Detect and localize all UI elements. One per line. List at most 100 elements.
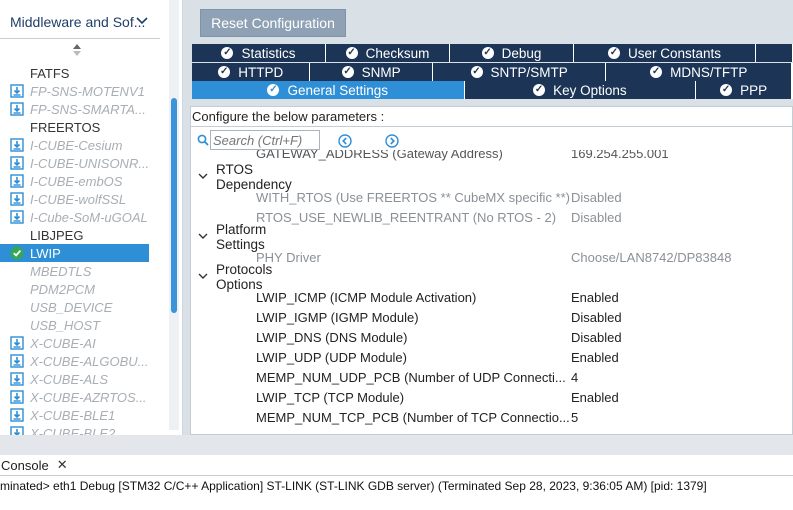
sidebar-item-usb-device[interactable]: USB_DEVICE: [0, 298, 160, 316]
sidebar-item-mbedtls[interactable]: MBEDTLS: [0, 262, 160, 280]
param-row[interactable]: LWIP_TCP (TCP Module) Enabled: [190, 390, 790, 410]
param-row[interactable]: LWIP_DNS (DNS Module) Disabled: [190, 330, 790, 350]
previous-match-icon[interactable]: [338, 134, 352, 151]
sidebar-item-i-cube-som-ugoal[interactable]: I-Cube-SoM-uGOAL: [0, 208, 160, 226]
console-output: minated> eth1 Debug [STM32 C/C++ Applica…: [0, 479, 707, 493]
sidebar-item-i-cube-cesium[interactable]: I-CUBE-Cesium: [0, 136, 160, 154]
param-row[interactable]: LWIP_IGMP (IGMP Module) Disabled: [190, 310, 790, 330]
sidebar-item-i-cube-unisonr[interactable]: I-CUBE-UNISONR...: [0, 154, 160, 172]
check-icon: ✓: [533, 84, 546, 96]
tab-overflow: [756, 44, 793, 62]
sidebar-item-fp-sns-motenv1[interactable]: FP-SNS-MOTENV1: [0, 82, 160, 100]
group-rtos-dependency[interactable]: RTOS Dependency: [198, 162, 292, 192]
tab-label: Checksum: [365, 45, 430, 61]
tab-key-options[interactable]: ✓ Key Options: [464, 81, 697, 99]
param-value: Enabled: [571, 350, 619, 365]
param-row[interactable]: MEMP_NUM_UDP_PCB (Number of UDP Connecti…: [190, 370, 790, 390]
sidebar-item-i-cube-wolfssl[interactable]: I-CUBE-wolfSSL: [0, 190, 160, 208]
sidebar-item-label: I-Cube-SoM-uGOAL: [30, 209, 148, 225]
param-value: Choose/LAN8742/DP83848: [571, 250, 732, 265]
tab-debug[interactable]: ✓ Debug: [450, 44, 574, 62]
download-icon: [10, 210, 24, 224]
next-match-icon[interactable]: [385, 134, 399, 151]
download-icon: [10, 138, 24, 152]
param-name: MEMP_NUM_UDP_PCB (Number of UDP Connecti…: [256, 370, 566, 385]
group-protocols-options[interactable]: Protocols Options: [198, 262, 272, 292]
tab-httpd[interactable]: ✓ HTTPD: [192, 63, 311, 81]
sidebar-item-usb-host[interactable]: USB_HOST: [0, 316, 160, 334]
param-name: MEMP_NUM_TCP_PCB (Number of TCP Connecti…: [256, 410, 570, 425]
param-name: LWIP_TCP (TCP Module): [256, 390, 405, 405]
reset-configuration-button[interactable]: Reset Configuration: [200, 9, 346, 37]
tab-ppp[interactable]: ✓ PPP: [696, 81, 792, 99]
sidebar-item-fatfs[interactable]: FATFS: [0, 64, 160, 82]
tab-mdns-tftp[interactable]: ✓ MDNS/TFTP: [606, 63, 792, 81]
chevron-down-icon[interactable]: [198, 272, 208, 283]
param-row[interactable]: PHY Driver Choose/LAN8742/DP83848: [190, 250, 790, 270]
sidebar-item-x-cube-azrtos[interactable]: X-CUBE-AZRTOS...: [0, 388, 160, 406]
tab-label: SNTP/SMTP: [490, 64, 568, 80]
tab-checksum[interactable]: ✓ Checksum: [326, 44, 450, 62]
check-icon: ✓: [218, 66, 231, 78]
group-title: RTOS Dependency: [216, 162, 292, 192]
close-icon[interactable]: ✕: [57, 457, 68, 473]
param-value: Enabled: [571, 390, 619, 405]
param-value: Disabled: [571, 330, 622, 345]
category-label: Middleware and Sof...: [10, 14, 146, 30]
chevron-down-icon[interactable]: [198, 172, 208, 183]
tab-user-constants[interactable]: ✓ User Constants: [574, 44, 756, 62]
sidebar-item-label: FP-SNS-MOTENV1: [30, 83, 145, 99]
group-platform-settings[interactable]: Platform Settings: [198, 222, 266, 252]
tab-label: User Constants: [627, 45, 722, 61]
param-row[interactable]: WITH_RTOS (Use FREERTOS ** CubeMX specif…: [190, 190, 790, 210]
sidebar-item-i-cube-embos[interactable]: I-CUBE-embOS: [0, 172, 160, 190]
tab-snmp[interactable]: ✓ SNMP: [310, 63, 433, 81]
divider: [191, 126, 793, 127]
middleware-category-dropdown[interactable]: Middleware and Sof...: [0, 6, 160, 39]
tab-label: HTTPD: [238, 64, 284, 80]
tab-label: Key Options: [553, 82, 627, 98]
tab-label: MDNS/TFTP: [670, 64, 748, 80]
check-icon: ✓: [221, 47, 234, 59]
tab-sntp-smtp[interactable]: ✓ SNTP/SMTP: [432, 63, 607, 81]
sidebar-item-label: FATFS: [30, 65, 70, 81]
sidebar-item-x-cube-algobu[interactable]: X-CUBE-ALGOBU...: [0, 352, 160, 370]
check-icon: ✓: [607, 47, 620, 59]
sidebar-item-lwip[interactable]: LWIP: [0, 244, 149, 262]
panel-separator: [0, 435, 793, 455]
param-name: RTOS_USE_NEWLIB_REENTRANT (No RTOS - 2): [256, 210, 557, 225]
sidebar-item-x-cube-als[interactable]: X-CUBE-ALS: [0, 370, 160, 388]
sidebar-item-label: X-CUBE-ALGOBU...: [30, 353, 149, 369]
param-row[interactable]: LWIP_ICMP (ICMP Module Activation) Enable…: [190, 290, 790, 310]
sidebar-item-fp-sns-smarta[interactable]: FP-SNS-SMARTA...: [0, 100, 160, 118]
tab-console[interactable]: Console ✕: [0, 455, 68, 475]
search-input[interactable]: [210, 130, 320, 150]
sidebar-item-x-cube-ai[interactable]: X-CUBE-AI: [0, 334, 160, 352]
param-row[interactable]: LWIP_UDP (UDP Module) Enabled: [190, 350, 790, 370]
sort-icon[interactable]: [73, 44, 81, 59]
configure-label: Configure the below parameters :: [192, 109, 385, 124]
sidebar-item-label: I-CUBE-wolfSSL: [30, 191, 127, 207]
sidebar-item-freertos[interactable]: FREERTOS: [0, 118, 160, 136]
param-row[interactable]: RTOS_USE_NEWLIB_REENTRANT (No RTOS - 2) D…: [190, 210, 790, 230]
tab-general-settings[interactable]: ✓ General Settings: [192, 81, 465, 99]
param-row[interactable]: MEMP_NUM_TCP_PCB (Number of TCP Connecti…: [190, 410, 790, 430]
sidebar-item-x-cube-ble1[interactable]: X-CUBE-BLE1: [0, 406, 160, 424]
download-icon: [10, 102, 24, 116]
param-value: Enabled: [571, 290, 619, 305]
chevron-down-icon[interactable]: [136, 12, 148, 28]
chevron-down-icon[interactable]: [198, 232, 208, 243]
left-scrollbar-thumb[interactable]: [171, 98, 177, 313]
param-value: 5: [571, 410, 579, 425]
tab-label: Debug: [501, 45, 542, 61]
param-name: LWIP_UDP (UDP Module): [256, 350, 407, 365]
check-circle-icon: [10, 246, 24, 260]
download-icon: [10, 408, 24, 422]
download-icon: [10, 354, 24, 368]
sidebar-item-label: X-CUBE-AI: [30, 335, 96, 351]
tab-label: General Settings: [287, 82, 389, 98]
tab-statistics[interactable]: ✓ Statistics: [192, 44, 326, 62]
download-icon: [10, 156, 24, 170]
sidebar-item-libjpeg[interactable]: LIBJPEG: [0, 226, 160, 244]
sidebar-item-pdm2pcm[interactable]: PDM2PCM: [0, 280, 160, 298]
